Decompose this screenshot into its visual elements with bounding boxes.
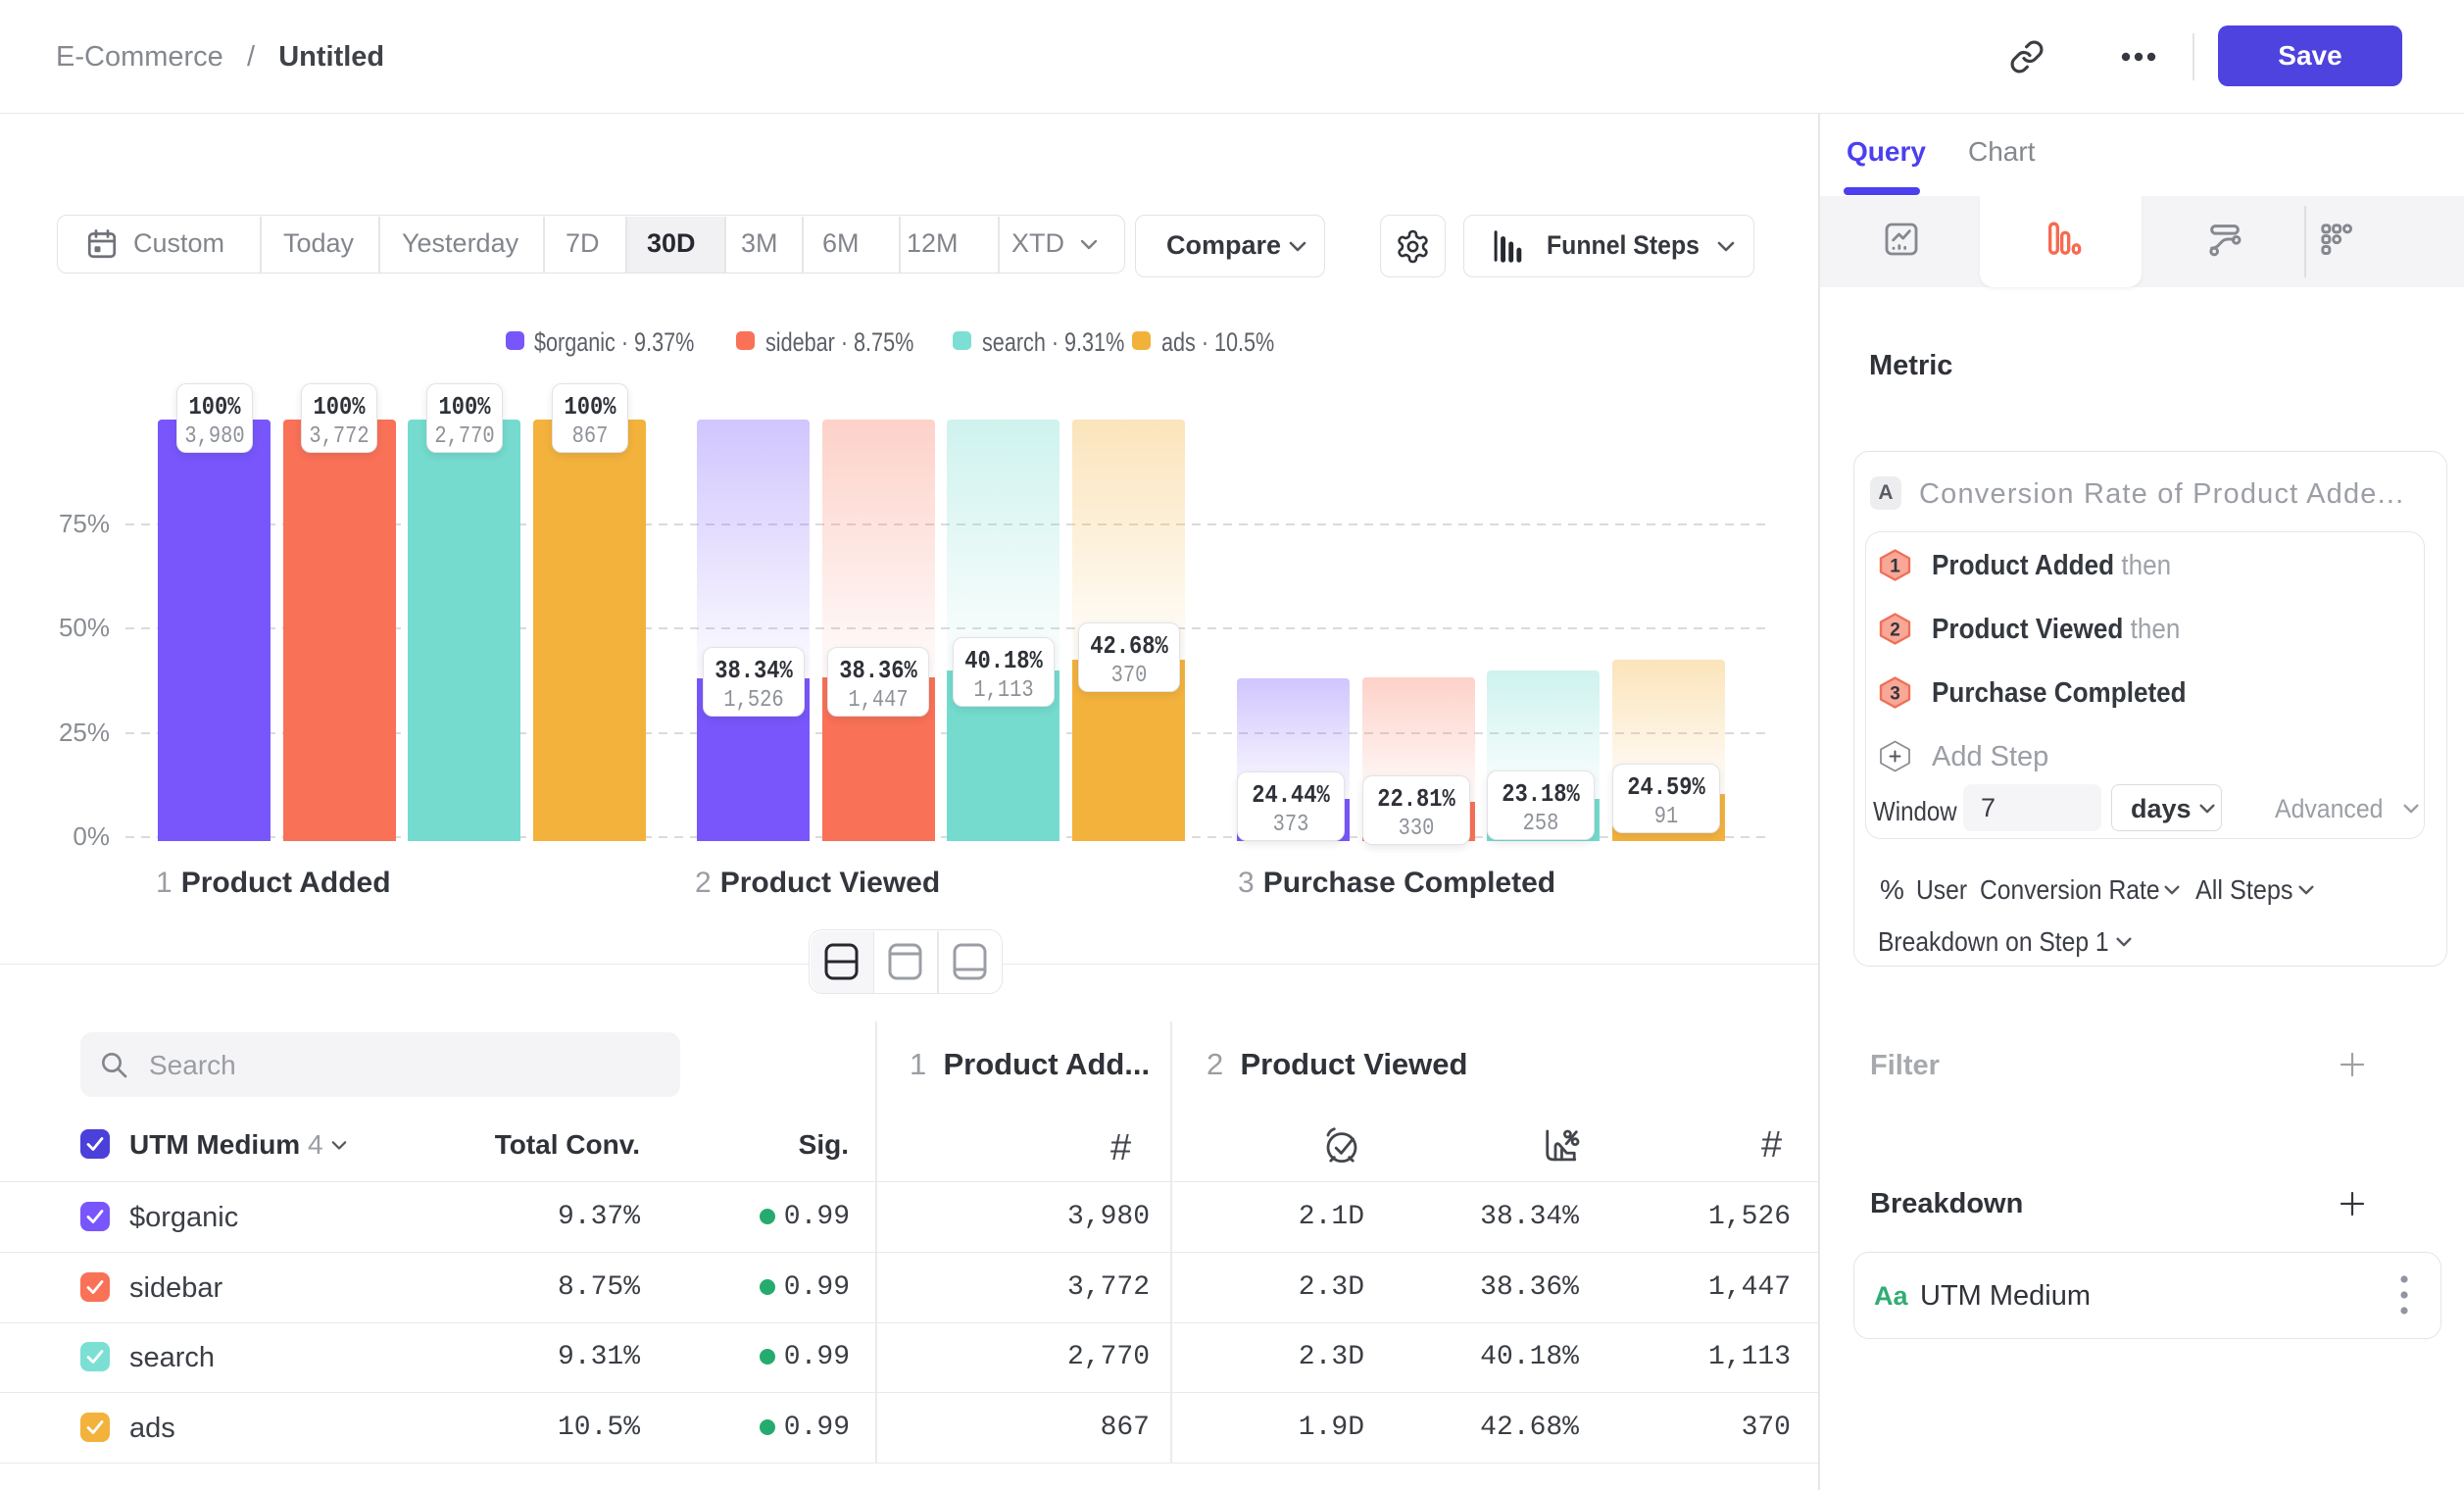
svg-text:2: 2 [1890,621,1900,641]
svg-text:1: 1 [1890,557,1900,577]
svg-text:3: 3 [1890,684,1900,705]
